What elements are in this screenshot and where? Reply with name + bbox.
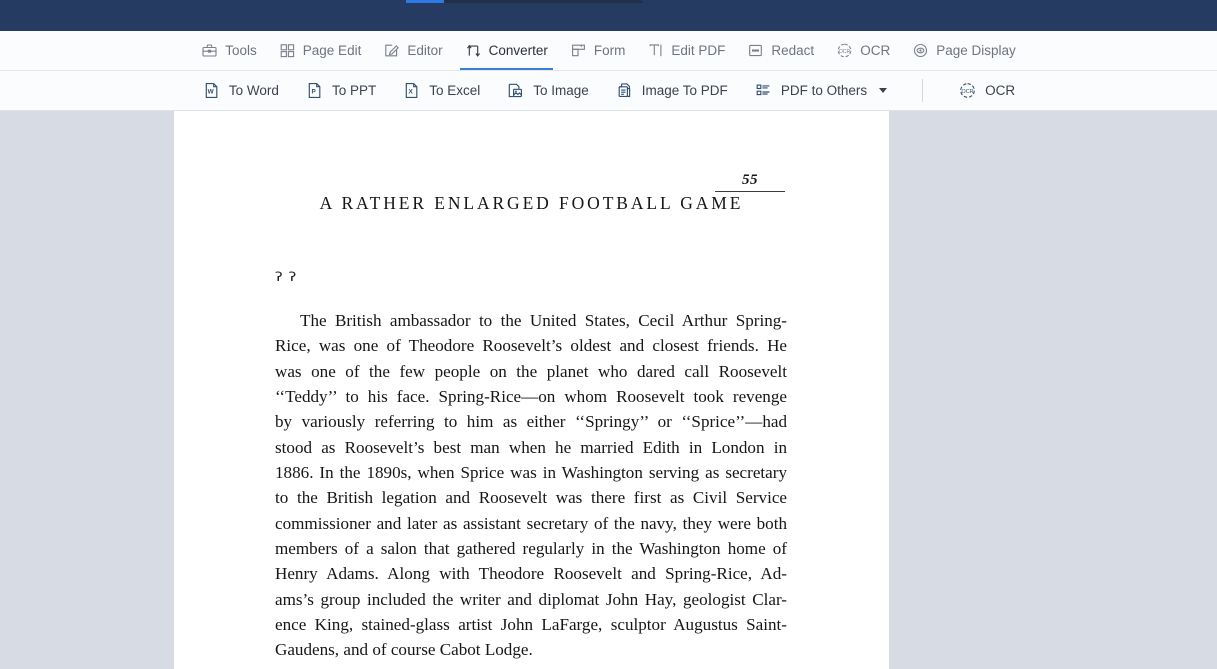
toolbar-divider [922, 79, 924, 102]
text-line: Rice, was one of Theodore Roosevelt’s ol… [275, 336, 787, 356]
eye-icon [912, 42, 929, 59]
text-cursor-icon [647, 42, 664, 59]
pencil-square-icon [383, 42, 400, 59]
ribbon-tab-tools[interactable]: Tools [190, 31, 268, 70]
to-image-button[interactable]: To Image [493, 77, 602, 104]
toolbox-icon [201, 42, 218, 59]
ribbon-tab-converter[interactable]: Converter [454, 31, 559, 70]
ribbon-tab-label: Edit PDF [671, 43, 726, 58]
ocr-button[interactable]: OCR OCR [945, 77, 1028, 104]
text-line: ence King, stained-glass artist John LaF… [275, 615, 787, 635]
text-line: 1886. In the 1890s, when Sprice was in W… [275, 463, 787, 483]
to-word-button[interactable]: W To Word [189, 77, 292, 104]
title-bar [0, 0, 1217, 31]
pdf-page[interactable]: 55 A RATHER ENLARGED FOOTBALL GAME ʔʔ Th… [174, 111, 889, 669]
to-ppt-button[interactable]: P To PPT [292, 77, 389, 104]
svg-text:W: W [207, 89, 214, 96]
document-tab-strip[interactable] [406, 0, 643, 4]
word-doc-icon: W [202, 81, 221, 100]
inactive-tab-strip[interactable] [444, 0, 643, 3]
text-line: Gaudens, and of course Cabot Lodge. [275, 640, 533, 660]
toolbar-button-label: To Image [533, 83, 589, 98]
ppt-doc-icon: P [305, 81, 324, 100]
ribbon-tab-label: Page Display [936, 43, 1016, 58]
ribbon-tab-edit-pdf[interactable]: Edit PDF [636, 31, 736, 70]
text-line: commissioner and later as assistant secr… [275, 513, 787, 533]
ribbon-tab-form[interactable]: Form [559, 31, 637, 70]
active-tab-accent [406, 0, 444, 3]
toolbar-button-label: To Excel [429, 83, 481, 98]
text-line: The British ambassador to the United Sta… [300, 311, 787, 330]
ribbon-tab-label: Redact [771, 43, 815, 58]
svg-text:OCR: OCR [962, 89, 974, 95]
ribbon-tab-label: Tools [225, 43, 257, 58]
ribbon-tab-page-display[interactable]: Page Display [901, 31, 1027, 70]
text-line: ams’s group included the writer and dipl… [275, 589, 787, 609]
chevron-down-icon[interactable] [879, 88, 888, 93]
paragraph-2-partial: After reading Theodore Roosevelt’s artic… [275, 663, 787, 669]
ribbon-tab-redact[interactable]: Redact [736, 31, 825, 70]
ribbon-tab-page-edit[interactable]: Page Edit [268, 31, 373, 70]
text-line: After reading Theodore Roosevelt’s artic… [275, 663, 787, 669]
svg-text:X: X [409, 89, 414, 96]
ribbon-tab-label: Page Edit [302, 43, 362, 58]
svg-text:P: P [311, 89, 316, 96]
redact-bar-icon [747, 42, 764, 59]
toolbar-button-label: To PPT [331, 83, 377, 98]
text-line: Henry Adams. Along with Theodore Rooseve… [275, 564, 787, 584]
form-icon [570, 42, 587, 59]
page-folio: 55 [715, 173, 785, 192]
text-line: was one of the few people on the planet … [275, 361, 787, 381]
text-line: by variously referring to him as either … [275, 412, 787, 432]
ribbon-tab-bar: Tools Page Edit Editor Converter Form Ed… [0, 31, 1217, 71]
svg-text:OCR: OCR [839, 49, 851, 55]
grid-pages-icon [279, 42, 296, 59]
folio-rule [715, 191, 785, 192]
ornament-glyphs: ʔʔ [275, 269, 303, 285]
ribbon-tab-label: OCR [860, 43, 891, 58]
ribbon-tab-label: Form [593, 43, 626, 58]
image-to-pdf-button[interactable]: Image To PDF [602, 77, 741, 104]
ribbon-tab-ocr[interactable]: OCR OCR [825, 31, 901, 70]
ribbon-tab-label: Editor [407, 43, 443, 58]
pdf-to-others-button[interactable]: PDF to Others [741, 77, 900, 104]
toolbar-button-label: PDF to Others [780, 83, 868, 98]
toolbar-button-label: To Word [228, 83, 279, 98]
image-doc-icon [506, 81, 525, 100]
image-to-pdf-icon [615, 81, 634, 100]
convert-arrows-icon [465, 42, 482, 59]
body-column: The British ambassador to the United Sta… [275, 308, 787, 669]
toolbar-button-label: OCR [985, 83, 1016, 98]
text-line: members of a salon that gathered regular… [275, 539, 787, 559]
document-viewport[interactable]: 55 A RATHER ENLARGED FOOTBALL GAME ʔʔ Th… [0, 111, 1217, 669]
excel-doc-icon: X [402, 81, 421, 100]
ocr-circle-icon: OCR [958, 81, 977, 100]
ocr-circle-icon: OCR [836, 42, 853, 59]
toolbar-button-label: Image To PDF [641, 83, 728, 98]
running-head: A RATHER ENLARGED FOOTBALL GAME [319, 193, 744, 213]
page-number: 55 [742, 172, 758, 188]
text-line: stood as Roosevelt’s best man when he ma… [275, 437, 787, 457]
text-line: to the British legation and Roosevelt wa… [275, 488, 787, 508]
paragraph-1: The British ambassador to the United Sta… [275, 308, 787, 663]
to-excel-button[interactable]: X To Excel [389, 77, 493, 104]
converter-toolbar: W To Word P To PPT X To Excel To Image I… [0, 71, 1217, 111]
ribbon-tab-editor[interactable]: Editor [372, 31, 453, 70]
list-grid-icon [754, 81, 773, 100]
text-line: ‘‘Teddy’’ to his face. Spring-Rice—on wh… [275, 387, 787, 407]
ribbon-tab-label: Converter [488, 43, 548, 58]
